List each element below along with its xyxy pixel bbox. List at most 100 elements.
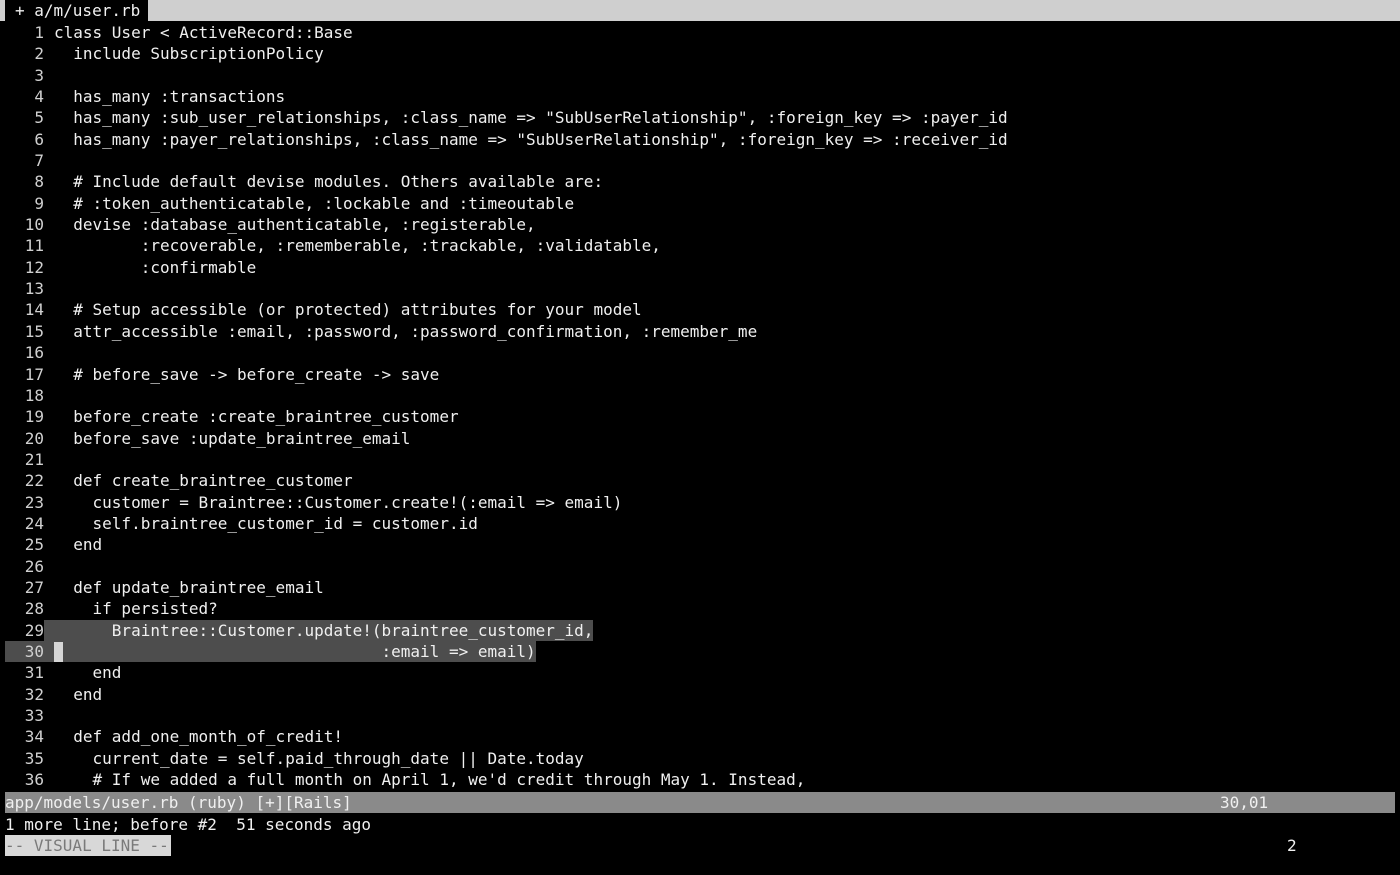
tab-user-rb[interactable]: + a/m/user.rb: [5, 0, 148, 21]
code-line[interactable]: 2 include SubscriptionPolicy: [5, 43, 1400, 64]
code-text[interactable]: # :token_authenticatable, :lockable and …: [44, 193, 574, 214]
line-number: 16: [24, 343, 44, 363]
code-text[interactable]: has_many :transactions: [44, 86, 285, 107]
command-message: 1 more line; before #2 51 seconds ago: [5, 815, 372, 834]
line-number: 7: [34, 151, 44, 171]
line-number: 23: [24, 492, 44, 512]
line-number: 25: [24, 535, 44, 555]
code-text[interactable]: include SubscriptionPolicy: [44, 43, 323, 64]
code-line[interactable]: 8 # Include default devise modules. Othe…: [5, 171, 1400, 192]
line-number: 36: [24, 770, 44, 790]
code-line[interactable]: 5 has_many :sub_user_relationships, :cla…: [5, 107, 1400, 128]
code-text[interactable]: has_many :sub_user_relationships, :class…: [44, 107, 1007, 128]
code-line[interactable]: 13: [5, 278, 1400, 299]
code-line[interactable]: 3: [5, 65, 1400, 86]
statusline: app/models/user.rb (ruby) [+][Rails] 30,…: [5, 792, 1395, 813]
code-line[interactable]: 27 def update_braintree_email: [5, 577, 1400, 598]
line-number: 27: [24, 577, 44, 597]
code-line[interactable]: 7: [5, 150, 1400, 171]
code-text[interactable]: before_save :update_braintree_email: [44, 428, 410, 449]
line-number: 22: [24, 471, 44, 491]
line-number: 4: [34, 87, 44, 107]
line-number: 5: [34, 108, 44, 128]
code-text[interactable]: attr_accessible :email, :password, :pass…: [44, 321, 757, 342]
code-line[interactable]: 34 def add_one_month_of_credit!: [5, 726, 1400, 747]
code-text[interactable]: if persisted?: [44, 598, 218, 619]
code-line[interactable]: 24 self.braintree_customer_id = customer…: [5, 513, 1400, 534]
line-number: 19: [24, 407, 44, 427]
line-number: 21: [24, 449, 44, 469]
line-number: 12: [24, 257, 44, 277]
code-text[interactable]: Braintree::Customer.update!(braintree_cu…: [44, 619, 594, 641]
code-line[interactable]: 14 # Setup accessible (or protected) att…: [5, 299, 1400, 320]
line-number: 18: [24, 385, 44, 405]
code-text[interactable]: # If we added a full month on April 1, w…: [44, 769, 806, 790]
line-number: 11: [24, 236, 44, 256]
line-number: 34: [24, 727, 44, 747]
code-line[interactable]: 22 def create_braintree_customer: [5, 470, 1400, 491]
editor-buffer[interactable]: 1 class User < ActiveRecord::Base 2 includ…: [5, 22, 1400, 790]
code-line[interactable]: 16: [5, 342, 1400, 363]
code-text[interactable]: end: [44, 684, 102, 705]
code-line[interactable]: 19 before_create :create_braintree_custo…: [5, 406, 1400, 427]
line-number: 8: [34, 172, 44, 192]
code-line[interactable]: 11 :recoverable, :rememberable, :trackab…: [5, 235, 1400, 256]
code-line[interactable]: 1 class User < ActiveRecord::Base: [5, 22, 1400, 43]
code-line[interactable]: 29 Braintree::Customer.update!(braintree…: [5, 619, 1400, 641]
code-text[interactable]: has_many :payer_relationships, :class_na…: [44, 129, 1007, 150]
line-number: 32: [24, 684, 44, 704]
line-number: 20: [24, 428, 44, 448]
line-number: 24: [24, 513, 44, 533]
code-text[interactable]: # Include default devise modules. Others…: [44, 171, 603, 192]
line-number: 17: [24, 364, 44, 384]
line-number: 10: [24, 215, 44, 235]
line-number: 35: [24, 748, 44, 768]
code-line[interactable]: 25 end: [5, 534, 1400, 555]
selection-count: 2: [1287, 836, 1297, 855]
tabline: + a/m/user.rb: [0, 0, 1400, 21]
code-text[interactable]: :email => email): [44, 640, 536, 663]
code-line[interactable]: 10 devise :database_authenticatable, :re…: [5, 214, 1400, 235]
code-text[interactable]: # before_save -> before_create -> save: [44, 364, 439, 385]
code-line[interactable]: 35 current_date = self.paid_through_date…: [5, 748, 1400, 769]
code-line[interactable]: 20 before_save :update_braintree_email: [5, 428, 1400, 449]
code-text[interactable]: end: [44, 662, 122, 683]
line-number: 14: [24, 300, 44, 320]
text-cursor: [54, 641, 63, 662]
code-line[interactable]: 9 # :token_authenticatable, :lockable an…: [5, 193, 1400, 214]
code-line[interactable]: 12 :confirmable: [5, 257, 1400, 278]
code-text[interactable]: # Setup accessible (or protected) attrib…: [44, 299, 641, 320]
line-number: 9: [34, 193, 44, 213]
code-line[interactable]: 23 customer = Braintree::Customer.create…: [5, 492, 1400, 513]
status-file-info: app/models/user.rb (ruby) [+][Rails]: [5, 793, 352, 812]
code-text[interactable]: def update_braintree_email: [44, 577, 323, 598]
line-number: 13: [24, 279, 44, 299]
code-text[interactable]: class User < ActiveRecord::Base: [44, 22, 353, 43]
code-line[interactable]: 4 has_many :transactions: [5, 86, 1400, 107]
status-cursor-position: 30,01: [1220, 793, 1269, 812]
code-text[interactable]: before_create :create_braintree_customer: [44, 406, 458, 427]
code-text[interactable]: devise :database_authenticatable, :regis…: [44, 214, 535, 235]
code-line[interactable]: 18: [5, 385, 1400, 406]
code-line[interactable]: 31 end: [5, 662, 1400, 683]
code-text[interactable]: :recoverable, :rememberable, :trackable,…: [44, 235, 661, 256]
code-text[interactable]: end: [44, 534, 102, 555]
code-line[interactable]: 30 :email => email): [5, 640, 1400, 663]
code-line[interactable]: 17 # before_save -> before_create -> sav…: [5, 364, 1400, 385]
line-number: 6: [34, 129, 44, 149]
code-line[interactable]: 36 # If we added a full month on April 1…: [5, 769, 1400, 790]
code-text[interactable]: customer = Braintree::Customer.create!(:…: [44, 492, 623, 513]
code-line[interactable]: 21: [5, 449, 1400, 470]
code-line[interactable]: 32 end: [5, 684, 1400, 705]
code-line[interactable]: 15 attr_accessible :email, :password, :p…: [5, 321, 1400, 342]
code-line[interactable]: 26: [5, 556, 1400, 577]
line-number: 30: [5, 640, 44, 663]
code-text[interactable]: def add_one_month_of_credit!: [44, 726, 343, 747]
code-line[interactable]: 33: [5, 705, 1400, 726]
code-text[interactable]: self.braintree_customer_id = customer.id: [44, 513, 478, 534]
code-text[interactable]: current_date = self.paid_through_date ||…: [44, 748, 584, 769]
code-line[interactable]: 6 has_many :payer_relationships, :class_…: [5, 129, 1400, 150]
code-text[interactable]: def create_braintree_customer: [44, 470, 352, 491]
code-text[interactable]: :confirmable: [44, 257, 257, 278]
code-line[interactable]: 28 if persisted?: [5, 598, 1400, 619]
